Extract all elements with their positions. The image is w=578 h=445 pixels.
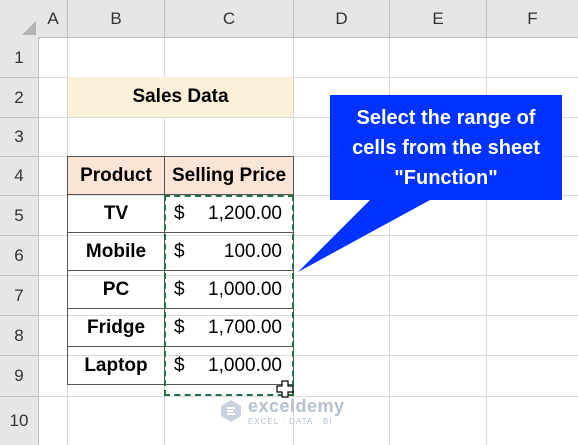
watermark: exceldemy EXCEL · DATA · BI (218, 396, 345, 426)
callout-bubble (298, 95, 562, 272)
exceldemy-logo-icon (221, 400, 241, 422)
watermark-name: exceldemy (248, 396, 345, 416)
callout-text: Select the range of cells from the sheet… (332, 98, 560, 198)
callout-line: cells from the sheet (352, 137, 540, 159)
callout-line: "Function" (394, 167, 498, 189)
callout-line: Select the range of (356, 107, 536, 129)
watermark-tagline: EXCEL · DATA · BI (248, 417, 333, 426)
